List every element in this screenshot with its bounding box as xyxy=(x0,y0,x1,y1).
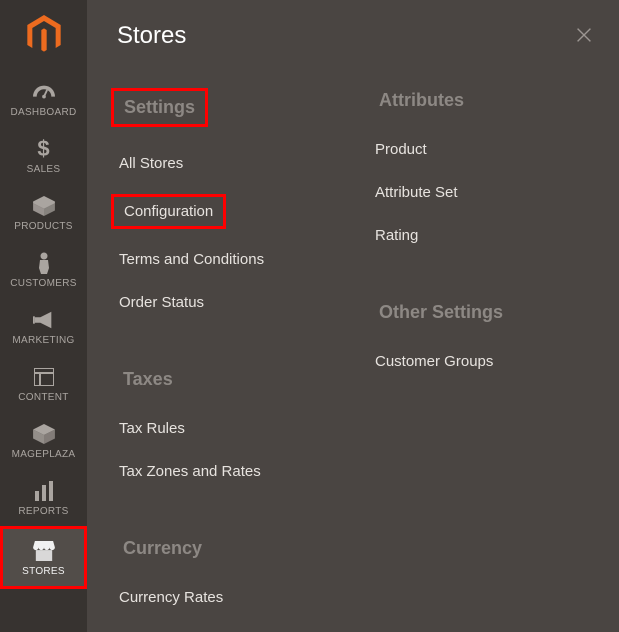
nav-label: CONTENT xyxy=(18,392,68,403)
package-icon xyxy=(33,423,55,445)
nav-label: REPORTS xyxy=(18,506,68,517)
nav-item-sales[interactable]: $ SALES xyxy=(0,127,87,184)
panel-column-left: SettingsAll StoresConfigurationTerms and… xyxy=(117,88,333,628)
megaphone-icon xyxy=(33,309,55,331)
nav-item-stores[interactable]: STORES xyxy=(0,526,87,589)
nav-label: MAGEPLAZA xyxy=(12,449,76,460)
nav-label: DASHBOARD xyxy=(10,107,76,118)
section-header: Settings xyxy=(111,88,208,127)
nav-item-content[interactable]: CONTENT xyxy=(0,355,87,412)
menu-link[interactable]: Terms and Conditions xyxy=(111,247,272,272)
dollar-icon: $ xyxy=(37,138,49,160)
menu-link[interactable]: Product xyxy=(367,137,435,162)
menu-link[interactable]: Customer Groups xyxy=(367,349,501,374)
menu-link[interactable]: Tax Rules xyxy=(111,416,193,441)
nav-item-marketing[interactable]: MARKETING xyxy=(0,298,87,355)
nav-item-customers[interactable]: CUSTOMERS xyxy=(0,241,87,298)
nav-item-products[interactable]: PRODUCTS xyxy=(0,184,87,241)
menu-link[interactable]: Currency Rates xyxy=(111,585,231,610)
nav-item-dashboard[interactable]: DASHBOARD xyxy=(0,70,87,127)
nav-item-mageplaza[interactable]: MAGEPLAZA xyxy=(0,412,87,469)
section-header: Currency xyxy=(117,536,208,561)
storefront-icon xyxy=(33,540,55,562)
spacer xyxy=(117,333,333,367)
section-header: Attributes xyxy=(373,88,470,113)
nav-label: PRODUCTS xyxy=(14,221,73,232)
gauge-icon xyxy=(33,81,55,103)
admin-sidebar: DASHBOARD $ SALES PRODUCTS CUSTOMERS MARKETIN… xyxy=(0,0,87,632)
nav-label: MARKETING xyxy=(12,335,74,346)
bars-icon xyxy=(34,480,54,502)
section-header: Other Settings xyxy=(373,300,509,325)
box-icon xyxy=(33,195,55,217)
menu-link[interactable]: Configuration xyxy=(111,194,226,229)
section-header: Taxes xyxy=(117,367,179,392)
menu-link[interactable]: Attribute Set xyxy=(367,180,466,205)
nav-label: STORES xyxy=(22,566,65,577)
person-icon xyxy=(37,252,51,274)
stores-flyout-panel: Stores SettingsAll StoresConfigurationTe… xyxy=(87,0,619,632)
nav-label: CUSTOMERS xyxy=(10,278,76,289)
spacer xyxy=(373,266,589,300)
menu-link[interactable]: Rating xyxy=(367,223,426,248)
layout-icon xyxy=(34,366,54,388)
panel-column-right: AttributesProductAttribute SetRatingOthe… xyxy=(373,88,589,628)
magento-logo[interactable] xyxy=(0,0,87,70)
nav-label: SALES xyxy=(27,164,61,175)
nav-item-reports[interactable]: REPORTS xyxy=(0,469,87,526)
menu-link[interactable]: Order Status xyxy=(111,290,212,315)
close-icon[interactable] xyxy=(573,24,595,46)
spacer xyxy=(117,502,333,536)
panel-title: Stores xyxy=(117,22,589,50)
menu-link[interactable]: All Stores xyxy=(111,151,191,176)
magento-logo-icon xyxy=(27,15,61,55)
menu-link[interactable]: Tax Zones and Rates xyxy=(111,459,269,484)
